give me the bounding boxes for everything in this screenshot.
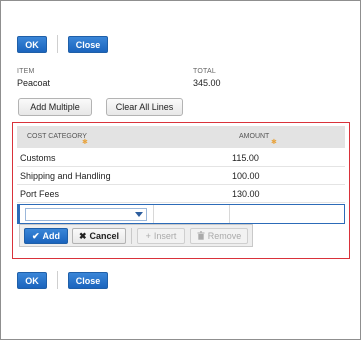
cancel-label: Cancel [89, 231, 120, 241]
insert-label: Insert [153, 231, 177, 241]
cell-divider [153, 205, 154, 223]
action-divider [131, 228, 132, 244]
clear-all-lines-button[interactable]: Clear All Lines [106, 98, 183, 116]
line-action-bar: ✔ Add ✖ Cancel + Insert Remove [19, 224, 253, 247]
plus-icon: + [145, 230, 151, 241]
cancel-line-button[interactable]: ✖ Cancel [72, 228, 126, 244]
item-label: ITEM [17, 68, 35, 75]
cell-divider [229, 205, 230, 223]
cost-category-cell: Shipping and Handling [20, 171, 111, 181]
ok-button-top[interactable]: OK [17, 36, 47, 53]
amount-input[interactable] [232, 206, 342, 222]
add-multiple-button[interactable]: Add Multiple [18, 98, 92, 116]
x-icon: ✖ [78, 230, 87, 241]
button-divider [57, 271, 58, 289]
amount-cell: 115.00 [232, 153, 259, 163]
cost-category-cell: Customs [20, 153, 56, 163]
total-value: 345.00 [193, 78, 221, 88]
amount-header[interactable]: AMOUNT [239, 133, 269, 140]
chevron-down-icon[interactable] [135, 212, 143, 217]
required-icon: ✱ [82, 139, 88, 146]
required-icon: ✱ [271, 139, 277, 146]
add-line-button[interactable]: ✔ Add [24, 228, 68, 244]
table-row[interactable]: Customs 115.00 [17, 149, 345, 167]
amount-cell: 100.00 [232, 171, 260, 181]
cost-category-header[interactable]: COST CATEGORY [27, 133, 87, 140]
ok-button-bottom[interactable]: OK [17, 272, 47, 289]
edit-row [17, 204, 345, 224]
add-label: Add [42, 231, 61, 241]
amount-cell: 130.00 [232, 189, 260, 199]
trash-icon [197, 230, 205, 242]
cost-category-select[interactable] [25, 208, 147, 221]
remove-line-button[interactable]: Remove [190, 228, 248, 244]
remove-label: Remove [207, 231, 242, 241]
close-button-top[interactable]: Close [68, 36, 108, 53]
table-row[interactable]: Shipping and Handling 100.00 [17, 167, 345, 185]
button-divider [57, 35, 58, 53]
item-value: Peacoat [17, 78, 51, 88]
check-icon: ✔ [31, 230, 40, 241]
insert-line-button[interactable]: + Insert [137, 228, 185, 244]
table-row[interactable]: Port Fees 130.00 [17, 185, 345, 203]
close-button-bottom[interactable]: Close [68, 272, 108, 289]
cost-category-cell: Port Fees [20, 189, 60, 199]
grid-header: COST CATEGORY ✱ AMOUNT ✱ [17, 126, 345, 148]
total-label: TOTAL [193, 68, 216, 75]
dialog: OK Close ITEM Peacoat TOTAL 345.00 Add M… [0, 0, 361, 340]
